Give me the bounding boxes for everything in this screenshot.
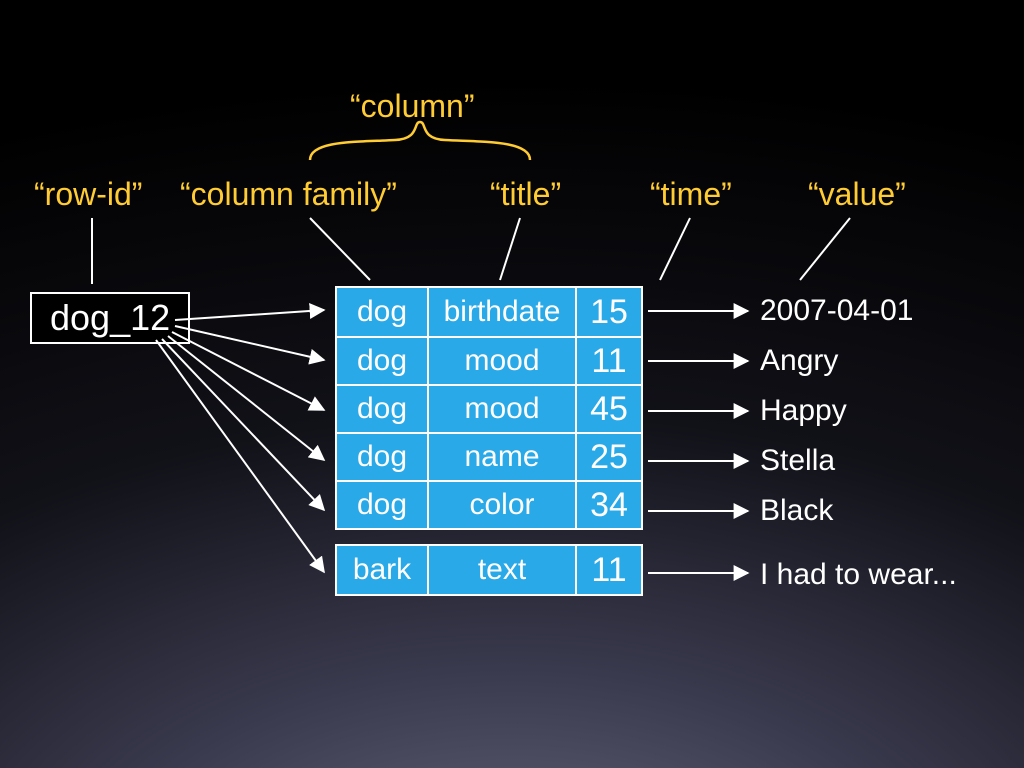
cell-family: dog bbox=[337, 384, 427, 432]
cell-title: birthdate bbox=[427, 288, 575, 336]
label-column-family: “column family” bbox=[180, 176, 397, 213]
brace-icon bbox=[310, 122, 530, 160]
label-column: “column” bbox=[350, 88, 474, 125]
cell-time: 11 bbox=[575, 336, 641, 384]
arrow-icon bbox=[172, 332, 324, 410]
cell-time: 11 bbox=[575, 546, 641, 594]
cell-title: mood bbox=[427, 384, 575, 432]
table-row: dog mood 45 bbox=[337, 384, 641, 432]
arrow-icon bbox=[156, 340, 324, 572]
cell-time: 15 bbox=[575, 288, 641, 336]
column-grid: dog birthdate 15 dog mood 11 dog mood 45… bbox=[335, 286, 643, 610]
cell-family: dog bbox=[337, 336, 427, 384]
value-text: Angry bbox=[760, 336, 957, 386]
cell-time: 34 bbox=[575, 480, 641, 528]
table-row: dog name 25 bbox=[337, 432, 641, 480]
pointer-line bbox=[660, 218, 690, 280]
cell-title: color bbox=[427, 480, 575, 528]
arrow-icon bbox=[168, 336, 324, 460]
cell-family: dog bbox=[337, 480, 427, 528]
cell-family: bark bbox=[337, 546, 427, 594]
arrow-icon bbox=[162, 339, 324, 510]
cell-family: dog bbox=[337, 432, 427, 480]
row-id-box: dog_12 bbox=[30, 292, 190, 344]
label-value: “value” bbox=[808, 176, 906, 213]
table-row: dog color 34 bbox=[337, 480, 641, 528]
column-group: bark text 11 bbox=[335, 544, 643, 596]
value-text: Stella bbox=[760, 436, 957, 486]
label-title: “title” bbox=[490, 176, 561, 213]
value-text: Happy bbox=[760, 386, 957, 436]
table-row: dog birthdate 15 bbox=[337, 288, 641, 336]
value-text: 2007-04-01 bbox=[760, 286, 957, 336]
arrow-icon bbox=[175, 310, 324, 320]
column-group: dog birthdate 15 dog mood 11 dog mood 45… bbox=[335, 286, 643, 530]
arrow-icon bbox=[175, 326, 324, 360]
pointer-line bbox=[310, 218, 370, 280]
cell-title: name bbox=[427, 432, 575, 480]
cell-title: mood bbox=[427, 336, 575, 384]
label-row-id: “row-id” bbox=[34, 176, 142, 213]
cell-time: 45 bbox=[575, 384, 641, 432]
value-list: 2007-04-01 Angry Happy Stella Black I ha… bbox=[760, 286, 957, 600]
table-row: bark text 11 bbox=[337, 546, 641, 594]
pointer-line bbox=[800, 218, 850, 280]
value-text: I had to wear... bbox=[760, 550, 957, 600]
cell-time: 25 bbox=[575, 432, 641, 480]
table-row: dog mood 11 bbox=[337, 336, 641, 384]
pointer-line bbox=[500, 218, 520, 280]
value-text: Black bbox=[760, 486, 957, 536]
label-time: “time” bbox=[650, 176, 732, 213]
cell-title: text bbox=[427, 546, 575, 594]
cell-family: dog bbox=[337, 288, 427, 336]
diagram-stage: “column” “row-id” “column family” “title… bbox=[0, 0, 1024, 768]
